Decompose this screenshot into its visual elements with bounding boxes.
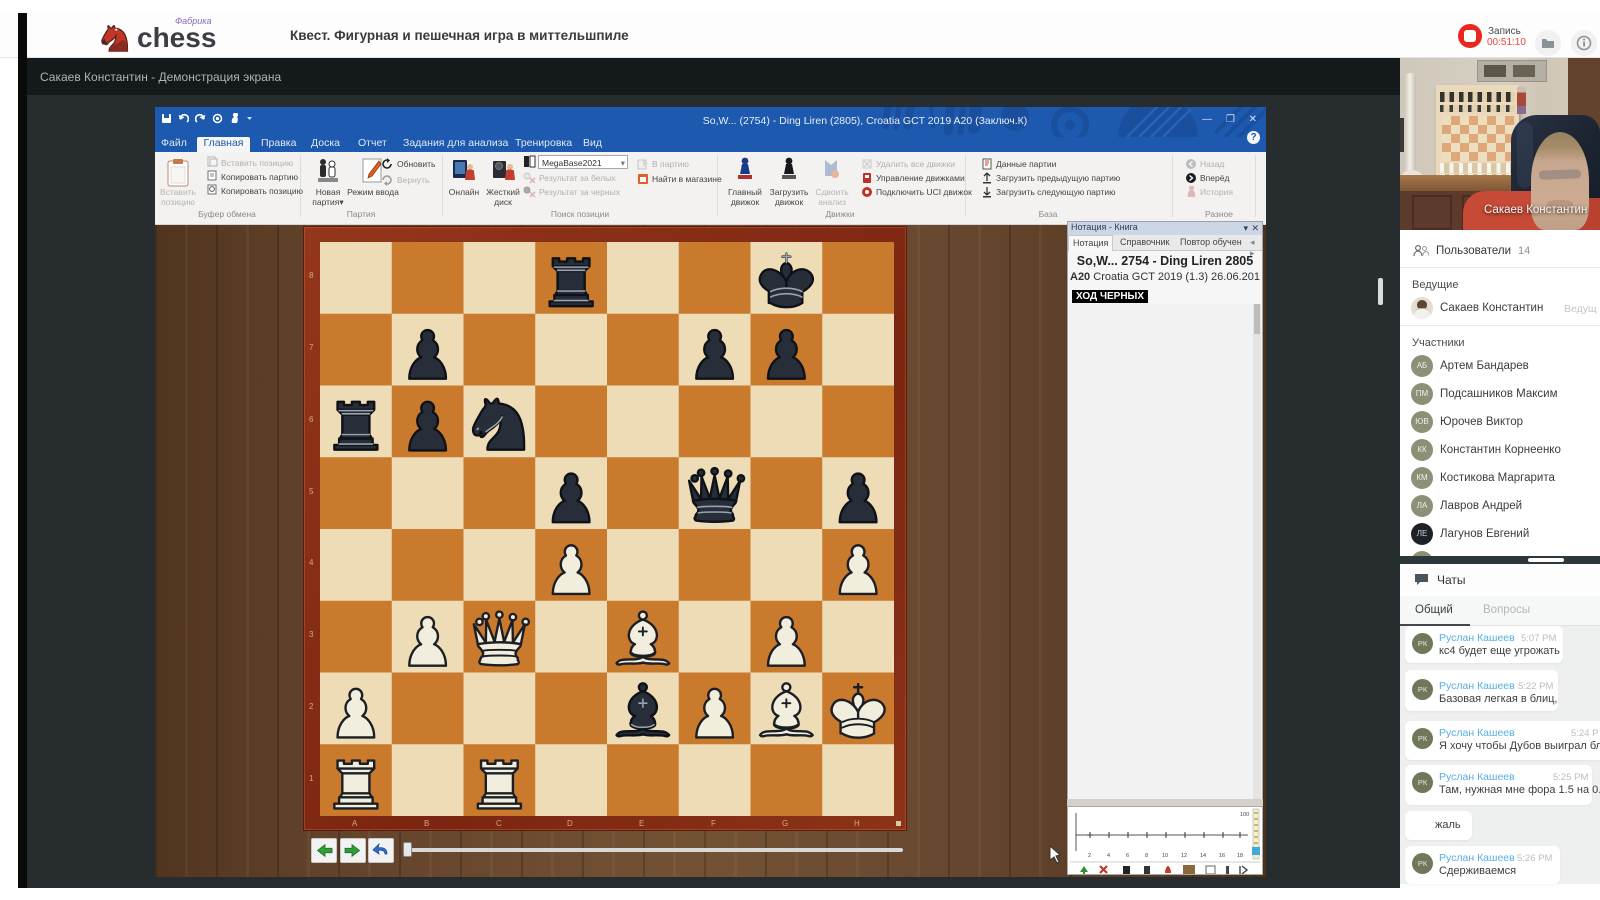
svg-text:16: 16 — [1219, 853, 1225, 859]
svg-text:100: 100 — [1240, 812, 1249, 818]
svg-text:2: 2 — [1088, 853, 1091, 859]
svg-text:14: 14 — [1200, 853, 1206, 859]
svg-text:4: 4 — [1107, 853, 1110, 859]
svg-text:10: 10 — [1162, 853, 1168, 859]
svg-text:6: 6 — [1126, 853, 1129, 859]
svg-text:18: 18 — [1237, 853, 1243, 859]
svg-text:8: 8 — [1145, 853, 1148, 859]
svg-text:12: 12 — [1181, 853, 1187, 859]
